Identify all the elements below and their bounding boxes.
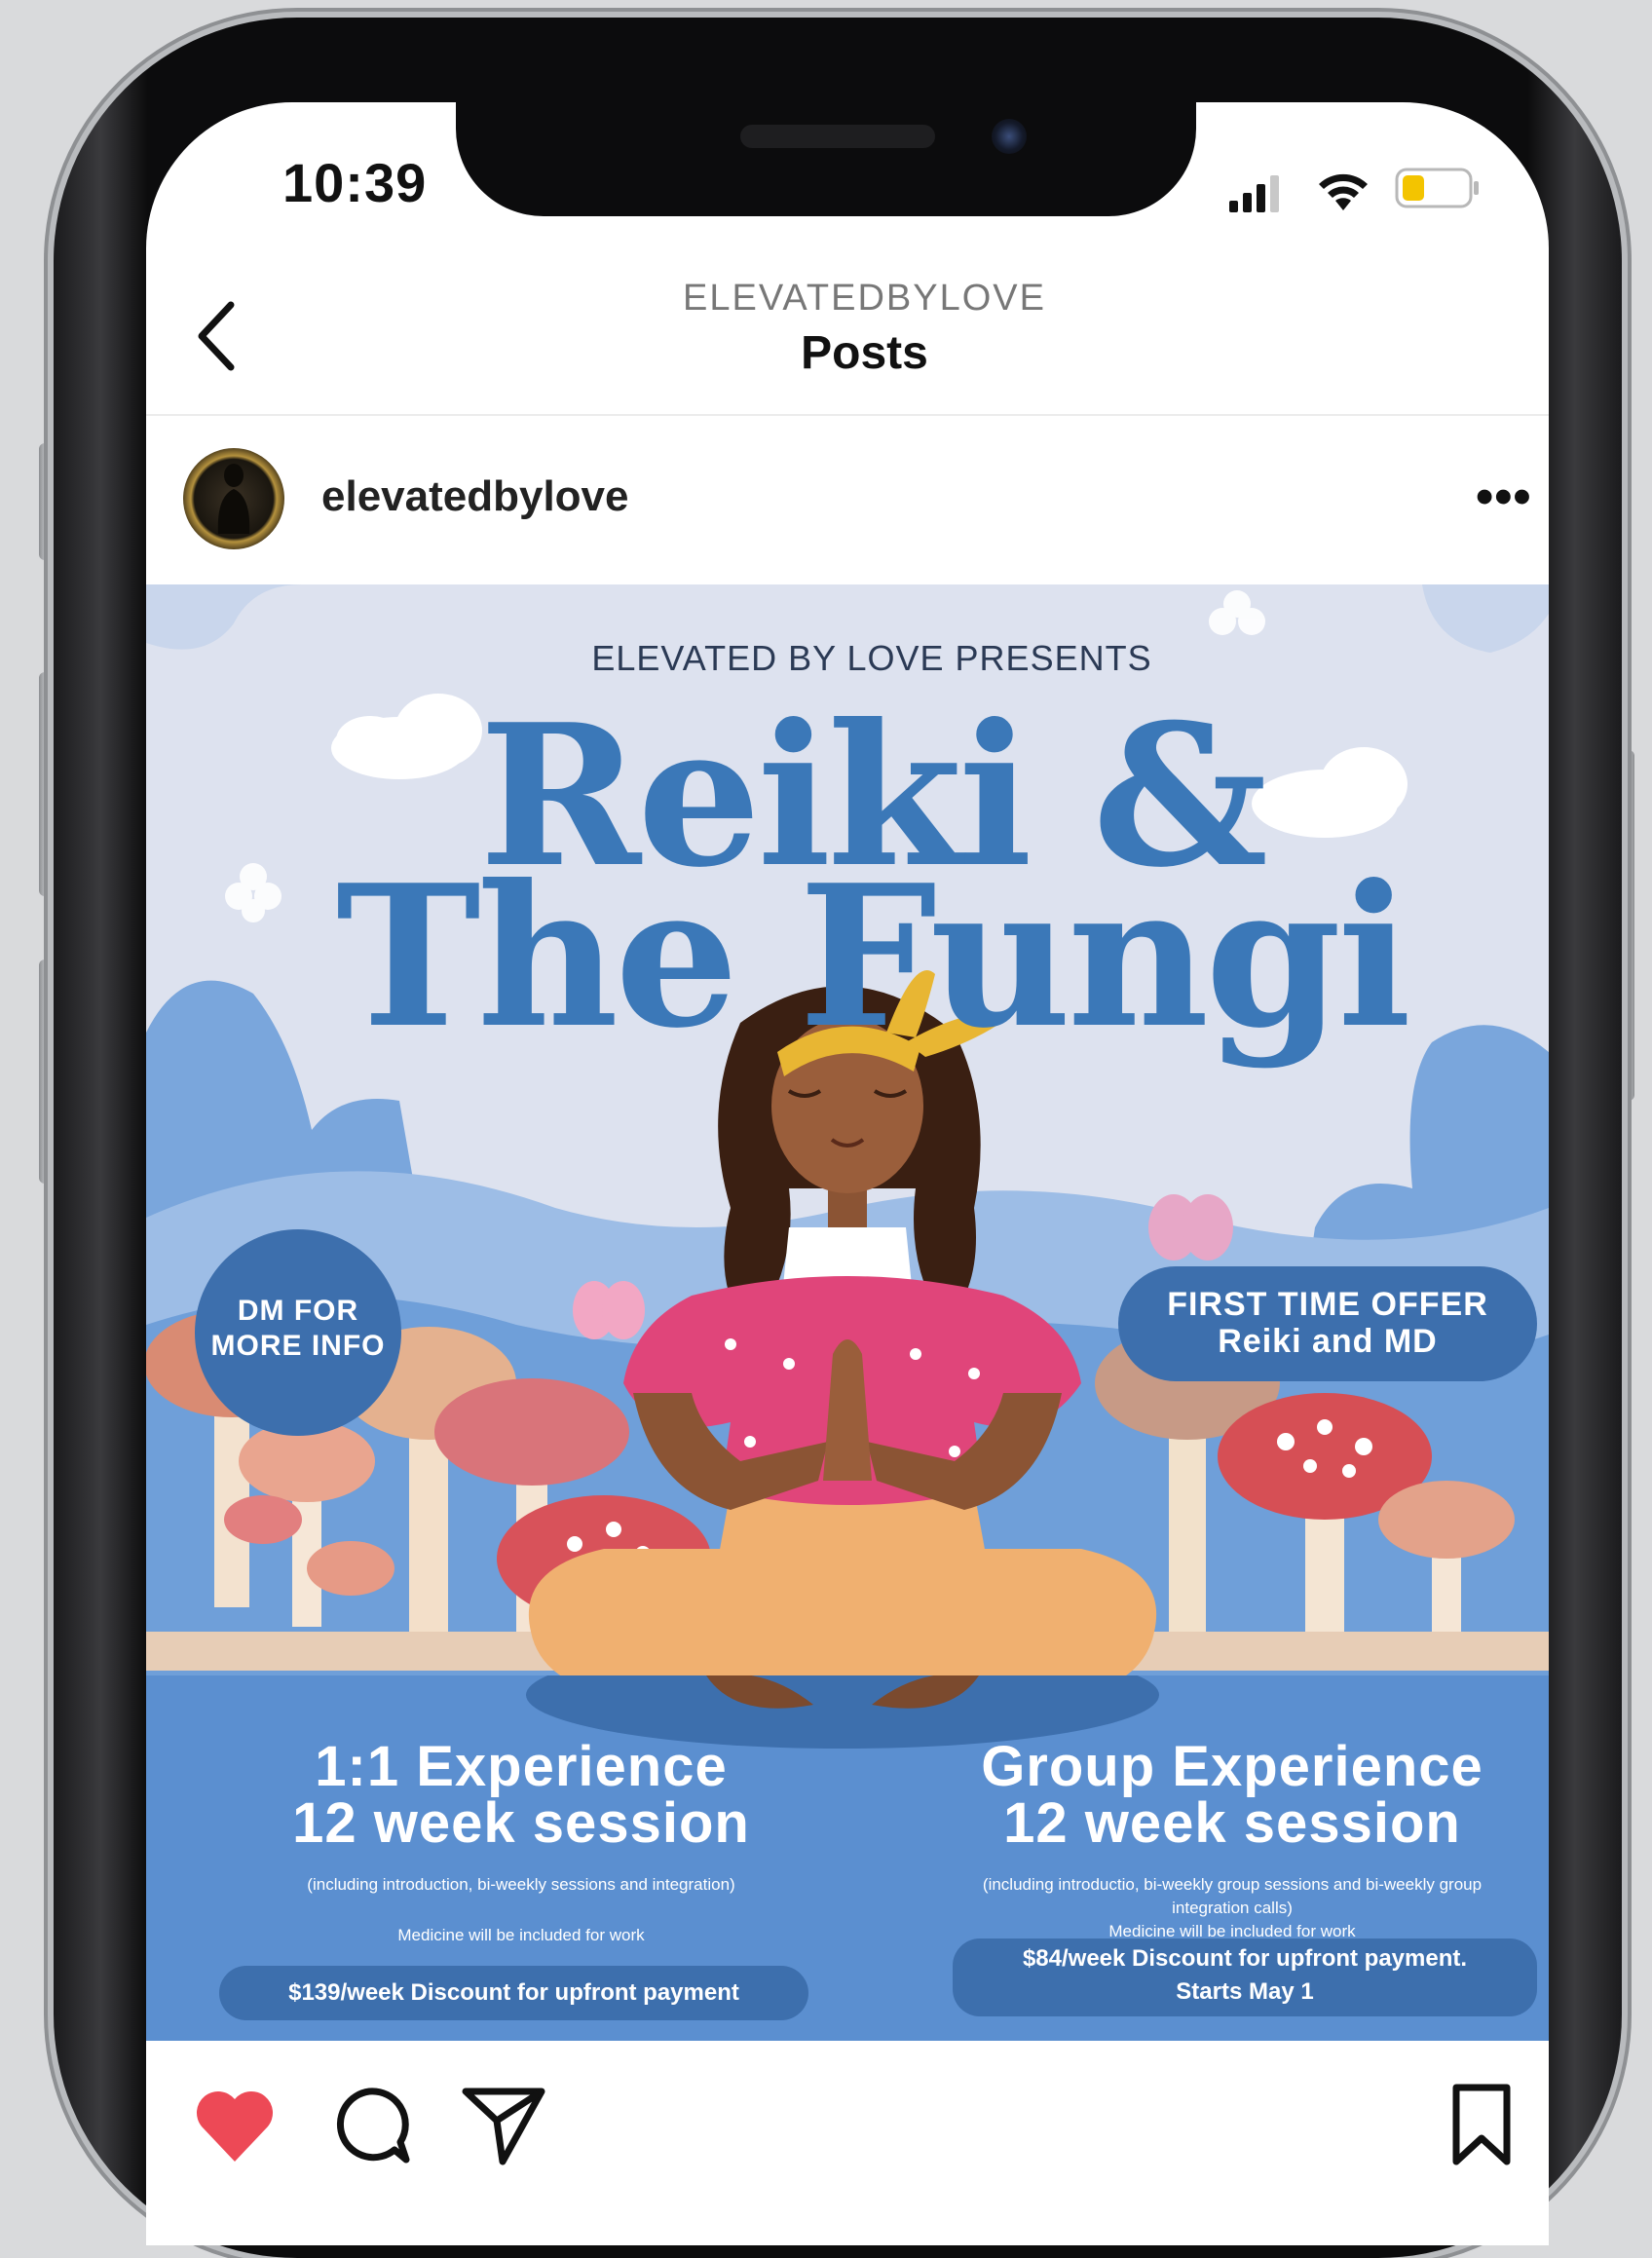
one-on-one-heading-line2: 12 week session [292, 1791, 750, 1855]
one-on-one-experience: 1:1 Experience 12 week session (includin… [209, 1739, 833, 1947]
group-detail: (including introductio, bi-weekly group … [982, 1875, 1483, 1917]
page-title: Posts [801, 327, 928, 379]
front-camera [992, 119, 1027, 154]
group-heading-line1: Group Experience [981, 1735, 1483, 1798]
one-on-one-detail: (including introduction, bi-weekly sessi… [307, 1875, 735, 1894]
flyer-title-line2: The Fungi [335, 843, 1411, 1072]
one-on-one-heading-line1: 1:1 Experience [315, 1735, 728, 1798]
earpiece-speaker [740, 125, 935, 148]
group-price: $84/week Discount for upfront payment. S… [953, 1938, 1537, 2016]
status-time: 10:39 [282, 152, 428, 213]
post-username[interactable]: elevatedbylove [321, 472, 629, 521]
group-price-line1: $84/week Discount for upfront payment. [1022, 1945, 1468, 1972]
group-experience: Group Experience 12 week session (includ… [940, 1739, 1524, 1943]
heart-icon[interactable] [190, 2080, 280, 2169]
dm-line2: MORE INFO [210, 1330, 386, 1362]
battery-icon [1395, 168, 1479, 208]
header-username: ELEVATEDBYLOVE [683, 278, 1046, 319]
signal-icon [1229, 175, 1279, 212]
share-icon[interactable] [458, 2080, 547, 2169]
first-time-offer-badge: FIRST TIME OFFER Reiki and MD [1118, 1266, 1537, 1381]
avatar-figure-icon [217, 464, 250, 534]
dm-line1: DM FOR [237, 1295, 359, 1327]
flyer-presents: ELEVATED BY LOVE PRESENTS [591, 638, 1152, 678]
one-on-one-price: $139/week Discount for upfront payment [219, 1966, 808, 2020]
comment-icon[interactable] [324, 2080, 414, 2169]
dm-badge: DM FOR MORE INFO [195, 1229, 401, 1436]
offer-line1: FIRST TIME OFFER [1167, 1286, 1488, 1323]
more-options-icon[interactable]: ••• [1476, 468, 1532, 526]
offer-line2: Reiki and MD [1218, 1323, 1438, 1360]
wifi-icon [1319, 173, 1368, 210]
group-heading-line2: 12 week session [1003, 1791, 1461, 1855]
bookmark-icon[interactable] [1437, 2080, 1526, 2169]
one-on-one-medicine: Medicine will be included for work [397, 1926, 645, 1944]
group-price-line2: Starts May 1 [1176, 1978, 1314, 2005]
